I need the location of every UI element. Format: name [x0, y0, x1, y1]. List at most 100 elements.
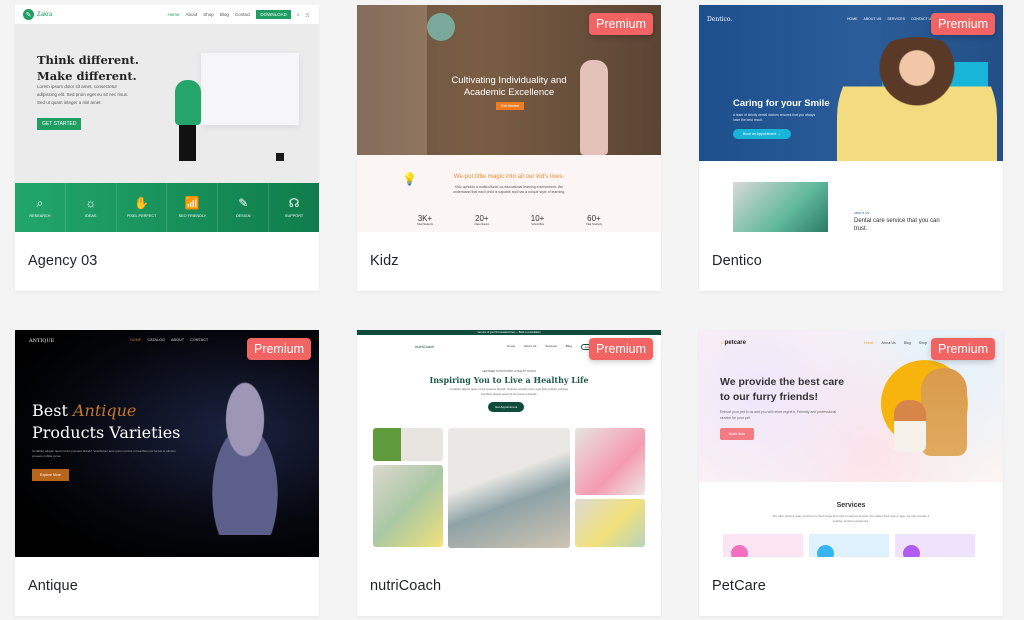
template-preview[interactable]: ✎ Zakra Home About Shop Blog Contact DOW…	[15, 5, 319, 232]
feature-item: ☼ IDEAS	[66, 183, 117, 232]
pen-icon: ✎	[238, 196, 249, 210]
card-title[interactable]: Agency 03	[28, 253, 97, 269]
preview-about-label: ABOUT US	[854, 211, 870, 215]
preview-heading: Inspiring You to Live a Healthy Life	[429, 375, 589, 385]
preview-get-started-button: GET STARTED	[37, 118, 82, 130]
search-icon: ⌕	[296, 12, 300, 17]
preview-services-text: We offer quick & easy services for both …	[772, 514, 930, 523]
template-preview[interactable]: Dentico. HOME ABOUT US SERVICES CONTACT …	[699, 5, 1003, 232]
preview-section-title: We put little magic into all our kid's l…	[453, 173, 565, 180]
gallery-photo	[575, 499, 645, 547]
preview-navbar: Home About Us Blog Shop	[864, 341, 927, 345]
balloon-decoration	[427, 13, 455, 41]
premium-badge: Premium	[588, 338, 653, 360]
card-title[interactable]: Kidz	[370, 253, 399, 269]
statue-bust-photo	[185, 370, 305, 535]
template-card-petcare[interactable]: ⌂petcare Home About Us Blog Shop We prov…	[699, 330, 1003, 616]
service-card	[809, 534, 889, 557]
plant-illustration	[276, 153, 284, 161]
headset-icon: ☊	[288, 196, 300, 210]
preview-nav-item: Shop	[203, 12, 214, 17]
template-card-agency-03[interactable]: ✎ Zakra Home About Shop Blog Contact DOW…	[15, 5, 319, 291]
preview-heading: Best Antique Products Varieties	[32, 401, 181, 442]
gallery-photo	[373, 465, 443, 547]
lightbulb-icon: ☼	[85, 196, 97, 210]
card-title[interactable]: Antique	[28, 578, 78, 594]
template-card-kidz[interactable]: Cultivating Individuality and Academic E…	[357, 5, 661, 291]
template-preview[interactable]: ANTIQUE HOME CATALOG ABOUT CONTACT Best …	[15, 330, 319, 557]
preview-navbar: HOME ABOUT US SERVICES CONTACT US	[847, 17, 934, 21]
premium-badge: Premium	[930, 338, 995, 360]
preview-nav-item: Home	[167, 12, 180, 17]
template-card-antique[interactable]: ANTIQUE HOME CATALOG ABOUT CONTACT Best …	[15, 330, 319, 616]
preview-download-button: DOWNLOAD	[256, 10, 291, 19]
preview-navbar: ✎ Zakra Home About Shop Blog Contact DOW…	[15, 5, 319, 24]
browser-illustration	[201, 53, 299, 125]
stat-item: 20+ Class Rooms	[474, 214, 490, 226]
preview-paragraph: Entrust your pet to us and you will neve…	[720, 410, 837, 420]
preview-explore-button: Explore More	[32, 469, 69, 481]
feature-item: ⌕ RESEARCH	[15, 183, 66, 232]
preview-nav-item: Contact	[234, 12, 251, 17]
dentist-photo	[733, 182, 828, 232]
cat-photo	[894, 400, 926, 452]
preview-paragraph: A team of strictly dental doctors ensure…	[733, 113, 816, 122]
stat-item: 3K+ Total Students	[417, 214, 433, 226]
chart-icon: 📶	[184, 196, 200, 210]
preview-top-bar: Get one of your first sessions free — Bo…	[357, 330, 661, 335]
preview-paragraph: Curabitur aliquet quam id dui posuere bl…	[449, 387, 569, 396]
preview-navbar: HOME CATALOG ABOUT CONTACT	[130, 338, 209, 342]
gallery-photo	[575, 428, 645, 495]
service-card	[723, 534, 803, 557]
template-card-dentico[interactable]: Dentico. HOME ABOUT US SERVICES CONTACT …	[699, 5, 1003, 291]
card-title[interactable]: nutriCoach	[370, 578, 441, 594]
service-card	[895, 534, 975, 557]
gallery-photo-main	[448, 428, 570, 548]
preview-heading: Cultivating Individuality and Academic E…	[451, 75, 567, 98]
preview-brand: nutriCoach	[415, 344, 435, 349]
premium-badge: Premium	[588, 13, 653, 35]
hand-icon: ✋	[134, 196, 150, 210]
card-title[interactable]: PetCare	[712, 578, 766, 594]
premium-badge: Premium	[246, 338, 311, 360]
dog-photo	[921, 368, 967, 456]
preview-services-title: Services	[836, 502, 866, 509]
feature-item: ✋ PIXEL PERFECT	[117, 183, 168, 232]
preview-brand: ⌂petcare	[721, 340, 746, 346]
preview-about-heading: Dental care service that you can trust.	[854, 218, 940, 232]
preview-stats: 3K+ Total Students 20+ Class Rooms 10+ Scho…	[417, 214, 602, 226]
preview-subheading: CERTIFIED NUTRITIONIST & HEALTH COACH	[482, 370, 536, 373]
person-legs-illustration	[179, 125, 196, 161]
preview-appointment-button: Get Appointment	[488, 402, 525, 412]
template-preview[interactable]: ⌂petcare Home About Us Blog Shop We prov…	[699, 330, 1003, 557]
preview-nav-item: About	[185, 12, 198, 17]
preview-navbar: Home About Us Services Blog Let's Talk	[507, 344, 602, 350]
template-preview[interactable]: Cultivating Individuality and Academic E…	[357, 5, 661, 232]
card-title[interactable]: Dentico	[712, 253, 762, 269]
feature-item: ☊ SUPPORT	[284, 196, 304, 218]
feature-item: ✎ DESIGN	[218, 183, 270, 232]
premium-badge: Premium	[930, 13, 995, 35]
preview-paragraph: Lorem ipsum dolor sit amet, consectetur …	[37, 84, 129, 105]
template-preview[interactable]: Get one of your first sessions free — Bo…	[357, 330, 661, 557]
person-illustration	[175, 80, 201, 125]
preview-paragraph: Curabitur aliquet quam id dui posuere bl…	[32, 449, 176, 458]
template-card-nutricoach[interactable]: Get one of your first sessions free — Bo…	[357, 330, 661, 616]
preview-heading: Caring for your Smile	[733, 98, 830, 109]
stat-item: 60+ Total Teachers	[585, 214, 602, 226]
preview-heading: Think different. Make different.	[37, 53, 139, 83]
stat-item: 10+ School Bus	[530, 214, 545, 226]
preview-get-started-button: Get Started	[496, 102, 524, 110]
preview-nav-item: Blog	[219, 12, 229, 17]
preview-heading: We provide the best care to our furry fr…	[720, 376, 845, 403]
feature-strip: ⌕ RESEARCH ☼ IDEAS ✋ PIXEL PERFECT 📶 SEO FRI…	[15, 183, 319, 232]
preview-brand: ANTIQUE	[29, 338, 55, 344]
preview-book-button: Book Now	[720, 428, 754, 440]
preview-appointment-button: Book an Appointment →	[733, 129, 791, 139]
preview-brand: Zakra	[37, 11, 53, 18]
preview-section-text: Kidz upholds a multicultural, co-educati…	[452, 185, 566, 194]
search-icon: ⌕	[36, 196, 44, 210]
cart-icon: 🛒	[305, 11, 311, 17]
zakra-logo-icon: ✎	[23, 9, 34, 20]
feature-item: 📶 SEO FRIENDLY	[167, 183, 219, 232]
